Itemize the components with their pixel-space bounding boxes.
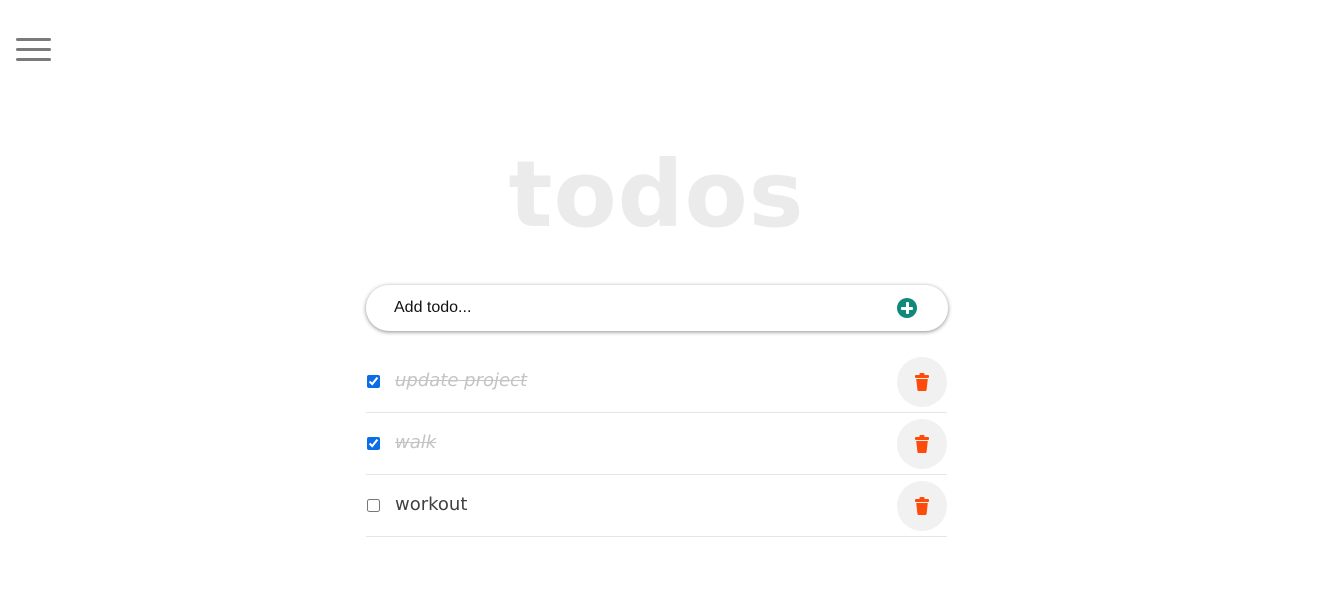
delete-todo-button[interactable]: [897, 357, 947, 407]
todo-app: todos update project walk: [0, 0, 1328, 605]
delete-todo-button[interactable]: [897, 481, 947, 531]
todo-item: update project: [366, 351, 947, 413]
trash-icon: [915, 497, 929, 515]
todo-item: walk: [366, 413, 947, 475]
todo-item: workout: [366, 475, 947, 537]
plus-circle-icon[interactable]: [897, 298, 917, 318]
menu-bar-bottom: [16, 58, 51, 61]
app-title: todos: [508, 141, 805, 248]
delete-todo-button[interactable]: [897, 419, 947, 469]
trash-icon: [915, 435, 929, 453]
todo-checkbox[interactable]: [367, 437, 380, 450]
todo-checkbox[interactable]: [367, 375, 380, 388]
todo-text: workout: [395, 494, 468, 515]
menu-bar-middle: [16, 48, 51, 51]
menu-bar-top: [16, 38, 51, 41]
todo-list: update project walk workout: [366, 351, 947, 537]
todo-text: walk: [395, 432, 437, 453]
trash-icon: [915, 373, 929, 391]
add-todo-form: [366, 285, 948, 331]
todo-checkbox[interactable]: [367, 499, 380, 512]
hamburger-menu-icon[interactable]: [16, 37, 52, 65]
todo-text: update project: [395, 370, 528, 391]
add-todo-input[interactable]: [394, 285, 884, 331]
